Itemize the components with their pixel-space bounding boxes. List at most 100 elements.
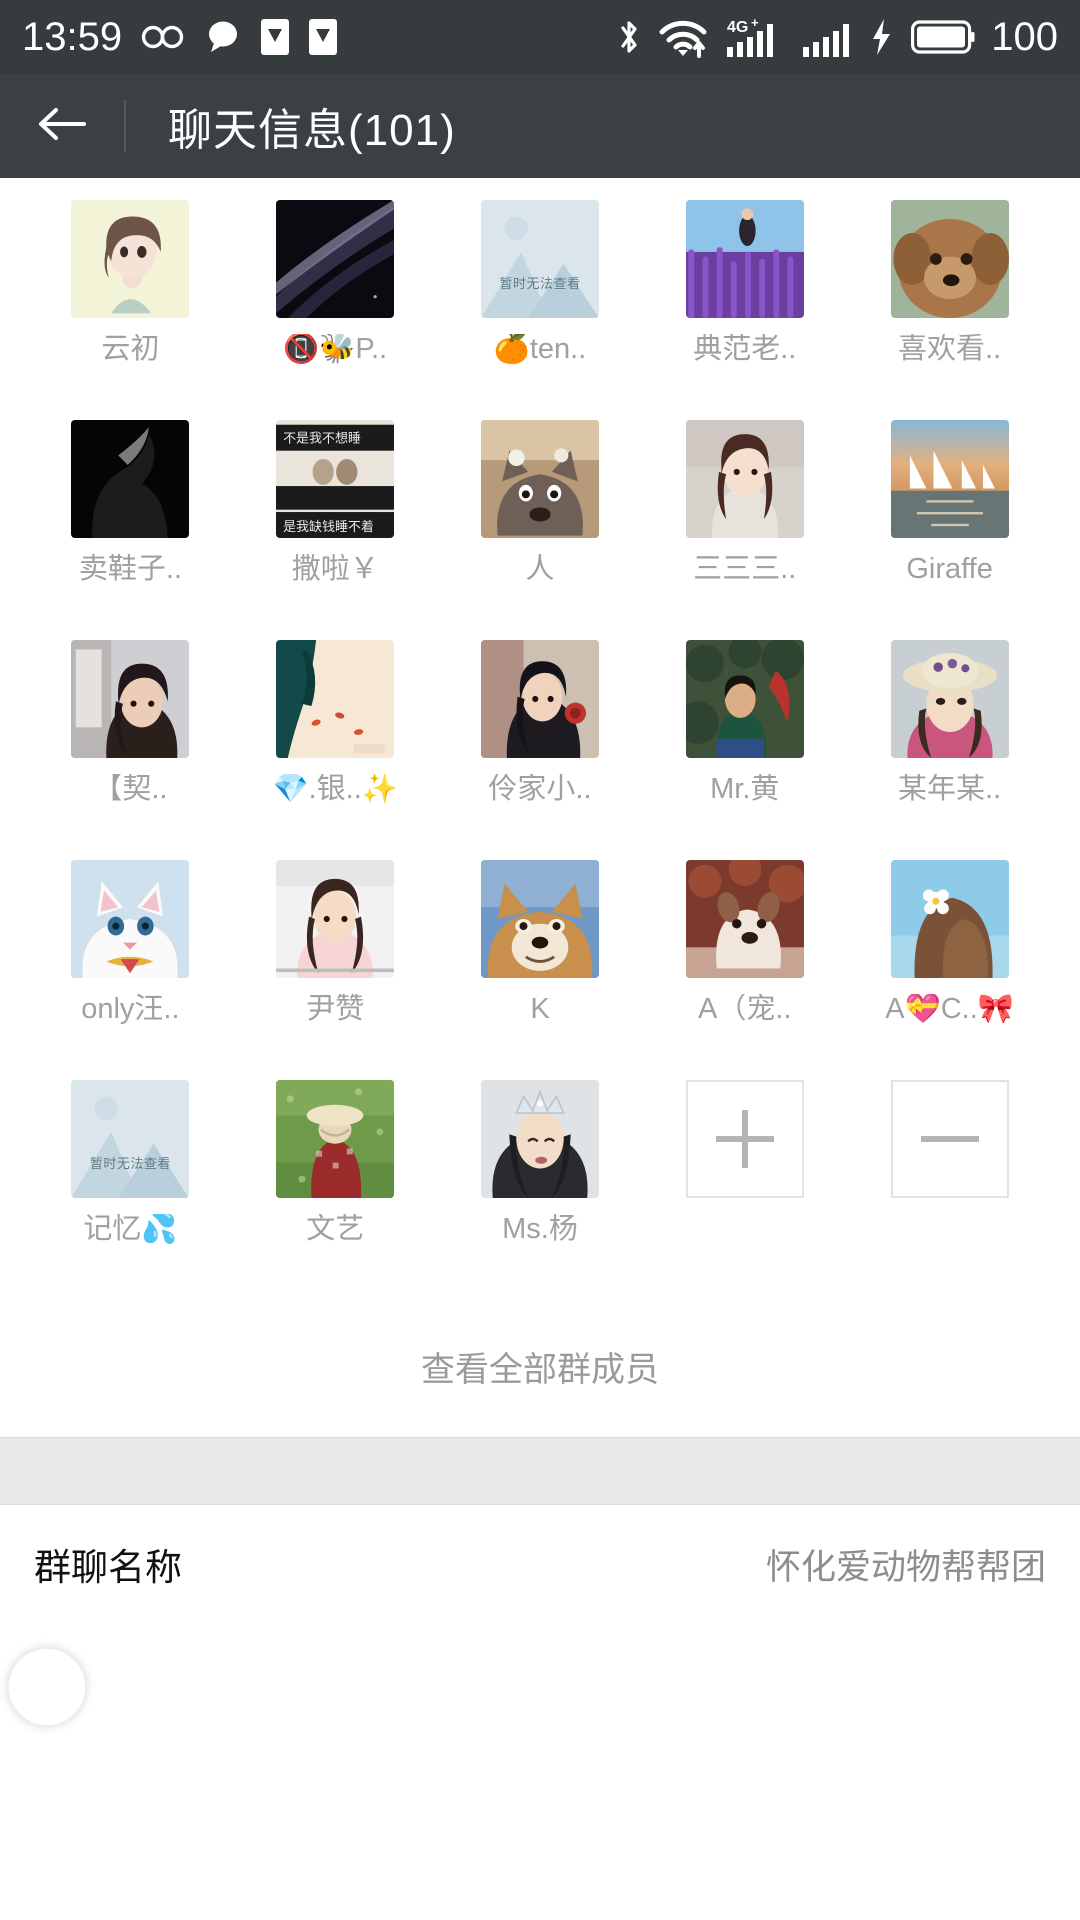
member-name: 喜欢看.. bbox=[898, 334, 1002, 365]
member-avatar[interactable] bbox=[685, 200, 804, 318]
back-arrow-icon bbox=[34, 102, 90, 151]
group-name-row[interactable]: 群聊名称 怀化爱动物帮帮团 bbox=[0, 1505, 1080, 1623]
member-name: 三三三.. bbox=[693, 554, 797, 585]
status-bar-left: 13:59 bbox=[22, 17, 338, 57]
member-cell[interactable]: 不是我不想睡 是我缺钱睡不着 撒啦￥ bbox=[233, 410, 438, 630]
member-cell[interactable]: 典范老.. bbox=[642, 190, 847, 410]
status-bar-right: 4G + 100 bbox=[617, 15, 1058, 59]
member-avatar[interactable] bbox=[685, 860, 804, 978]
signal-icon bbox=[801, 15, 853, 59]
member-avatar[interactable] bbox=[276, 1080, 395, 1198]
member-name: 📵🐝P.. bbox=[283, 334, 388, 365]
avatar-unavailable-text: 暂时无法查看 bbox=[89, 1156, 171, 1171]
member-name: 【契.. bbox=[93, 774, 168, 805]
group-name-label: 群聊名称 bbox=[34, 1547, 182, 1588]
member-cell[interactable]: 💎.银..✨ bbox=[233, 630, 438, 850]
wifi-icon bbox=[657, 16, 709, 58]
signal-4g-icon: 4G + bbox=[725, 15, 785, 59]
member-cell[interactable]: Mr.黄 bbox=[642, 630, 847, 850]
member-cell[interactable]: only汪.. bbox=[28, 850, 233, 1070]
member-avatar[interactable] bbox=[71, 860, 190, 978]
member-avatar[interactable] bbox=[480, 420, 599, 538]
bluetooth-icon bbox=[617, 17, 641, 57]
member-cell[interactable]: 暂时无法查看 🍊ten.. bbox=[438, 190, 643, 410]
member-cell[interactable]: 尹赞 bbox=[233, 850, 438, 1070]
member-avatar[interactable] bbox=[276, 640, 395, 758]
member-cell[interactable]: 文艺 bbox=[233, 1070, 438, 1290]
member-cell[interactable]: 【契.. bbox=[28, 630, 233, 850]
member-name: A（宠.. bbox=[698, 994, 792, 1025]
group-name-value: 怀化爱动物帮帮团 bbox=[765, 1547, 1046, 1587]
member-cell[interactable]: K bbox=[438, 850, 643, 1070]
page-title: 聊天信息(101) bbox=[168, 106, 456, 155]
member-name: 文艺 bbox=[306, 1214, 365, 1245]
member-avatar[interactable] bbox=[890, 860, 1009, 978]
member-cell[interactable]: 📵🐝P.. bbox=[233, 190, 438, 410]
member-cell[interactable]: 某年某.. bbox=[847, 630, 1052, 850]
member-cell[interactable]: Ms.杨 bbox=[438, 1070, 643, 1290]
svg-text:是我缺钱睡不着: 是我缺钱睡不着 bbox=[283, 519, 374, 535]
member-avatar[interactable]: 暂时无法查看 bbox=[71, 1080, 190, 1198]
add-member-button-cell[interactable] bbox=[642, 1070, 847, 1290]
avatar-unavailable-text: 暂时无法查看 bbox=[499, 276, 581, 291]
member-name: 撒啦￥ bbox=[291, 554, 379, 585]
member-name: 💎.银..✨ bbox=[272, 774, 398, 805]
member-avatar[interactable] bbox=[890, 640, 1009, 758]
member-name: only汪.. bbox=[81, 994, 180, 1025]
member-cell[interactable]: 伶家小.. bbox=[438, 630, 643, 850]
member-name: 记忆💦 bbox=[83, 1214, 178, 1245]
member-avatar[interactable]: 不是我不想睡 是我缺钱睡不着 bbox=[276, 420, 395, 538]
member-name: Ms.杨 bbox=[502, 1214, 578, 1245]
member-avatar[interactable] bbox=[685, 640, 804, 758]
infinity-icon bbox=[140, 22, 186, 52]
member-avatar[interactable] bbox=[890, 200, 1009, 318]
chat-info-content: 云初 📵🐝P.. 暂时无法查看 🍊ten.. 典范老.. 喜欢看.. 卖鞋子..… bbox=[0, 178, 1080, 1437]
member-cell[interactable]: Giraffe bbox=[847, 410, 1052, 630]
svg-text:+: + bbox=[751, 15, 759, 30]
download-icon-2 bbox=[308, 18, 338, 56]
member-avatar[interactable] bbox=[71, 420, 190, 538]
member-cell[interactable]: 三三三.. bbox=[642, 410, 847, 630]
member-name: 卖鞋子.. bbox=[78, 554, 182, 585]
member-cell[interactable]: 卖鞋子.. bbox=[28, 410, 233, 630]
back-button[interactable] bbox=[0, 74, 124, 178]
battery-icon bbox=[911, 19, 975, 55]
member-avatar[interactable] bbox=[480, 860, 599, 978]
member-name: Mr.黄 bbox=[710, 774, 780, 805]
remove-member-button-cell[interactable] bbox=[847, 1070, 1052, 1290]
member-name: 人 bbox=[525, 554, 555, 585]
member-avatar[interactable] bbox=[276, 860, 395, 978]
member-avatar[interactable] bbox=[685, 420, 804, 538]
member-name: 某年某.. bbox=[898, 774, 1002, 805]
battery-percent: 100 bbox=[991, 15, 1058, 59]
member-name: K bbox=[530, 994, 550, 1025]
member-cell[interactable]: A💝C..🎀 bbox=[847, 850, 1052, 1070]
assistive-touch-ball[interactable] bbox=[8, 1648, 86, 1726]
view-all-members-link[interactable]: 查看全部群成员 bbox=[0, 1290, 1080, 1437]
status-bar: 13:59 4G + 100 bbox=[0, 0, 1080, 74]
remove-member-button[interactable] bbox=[890, 1080, 1009, 1198]
add-member-button[interactable] bbox=[685, 1080, 804, 1198]
member-avatar[interactable] bbox=[890, 420, 1009, 538]
svg-text:不是我不想睡: 不是我不想睡 bbox=[283, 430, 361, 446]
app-bar: 聊天信息(101) bbox=[0, 74, 1080, 178]
member-avatar[interactable] bbox=[71, 640, 190, 758]
member-cell[interactable]: 人 bbox=[438, 410, 643, 630]
member-grid: 云初 📵🐝P.. 暂时无法查看 🍊ten.. 典范老.. 喜欢看.. 卖鞋子..… bbox=[0, 178, 1080, 1290]
member-avatar[interactable]: 暂时无法查看 bbox=[480, 200, 599, 318]
member-avatar[interactable] bbox=[276, 200, 395, 318]
member-cell[interactable]: A（宠.. bbox=[642, 850, 847, 1070]
member-cell[interactable]: 喜欢看.. bbox=[847, 190, 1052, 410]
member-cell[interactable]: 暂时无法查看记忆💦 bbox=[28, 1070, 233, 1290]
member-cell[interactable]: 云初 bbox=[28, 190, 233, 410]
member-avatar[interactable] bbox=[480, 1080, 599, 1198]
member-name: 尹赞 bbox=[306, 994, 365, 1025]
charging-bolt-icon bbox=[869, 17, 895, 57]
member-name: A💝C..🎀 bbox=[885, 994, 1014, 1025]
member-avatar[interactable] bbox=[480, 640, 599, 758]
member-avatar[interactable] bbox=[71, 200, 190, 318]
member-name: 伶家小.. bbox=[488, 774, 592, 805]
appbar-divider bbox=[124, 100, 126, 152]
status-time: 13:59 bbox=[22, 15, 123, 59]
svg-text:4G: 4G bbox=[727, 19, 748, 36]
